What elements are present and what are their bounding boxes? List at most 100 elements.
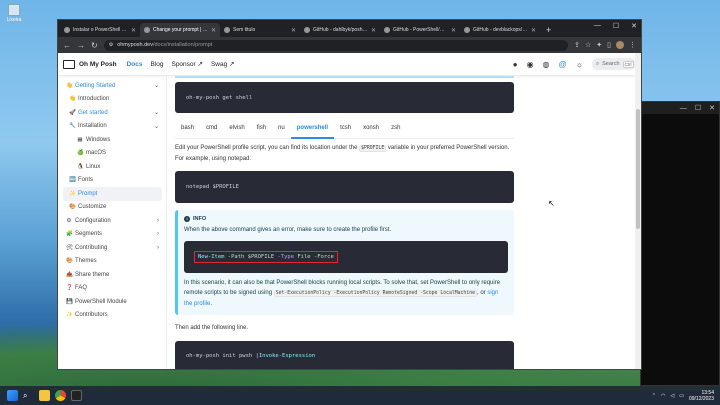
code-block-new-item[interactable]: New-Item -Path $PROFILE -Type File -Forc… [184, 241, 508, 273]
chevron-icon[interactable]: ⌄ [154, 109, 159, 116]
code-block-init[interactable]: oh-my-posh init pwsh | Invoke-Expression [175, 341, 514, 369]
site-info-icon[interactable]: ⚙ [109, 42, 113, 48]
sidepanel-icon[interactable]: ▯ [607, 41, 611, 49]
back-icon[interactable]: ← [63, 41, 71, 50]
theme-toggle-icon[interactable]: ☼ [576, 60, 583, 69]
search-icon[interactable]: ⌕ [23, 390, 34, 401]
code-block-notepad[interactable]: notepad $PROFILE [175, 171, 514, 203]
sidebar-emoji-icon: ✨ [66, 312, 73, 319]
chevron-up-icon[interactable]: ⌃ [652, 393, 656, 399]
nav-docs[interactable]: Docs [127, 61, 143, 68]
sidebar-item[interactable]: 🔤 Fonts [63, 174, 162, 188]
sidebar-item[interactable]: 👋 Getting Started ⌄ [63, 79, 162, 93]
sidebar-item[interactable]: 🎨 Customize [63, 201, 162, 215]
nav-blog[interactable]: Blog [150, 61, 163, 68]
tab-bash[interactable]: bash [175, 117, 200, 139]
nav-swag[interactable]: Swag ↗ [211, 60, 235, 68]
tab-close-icon[interactable]: ✕ [291, 27, 296, 34]
tab-close-icon[interactable]: ✕ [531, 27, 536, 34]
tab-fish[interactable]: fish [251, 117, 272, 139]
wifi-icon[interactable]: ◠ [661, 393, 665, 399]
tab-tcsh[interactable]: tcsh [334, 117, 357, 139]
search-button[interactable]: ⌕ Search Ctrl K [592, 58, 641, 70]
sidebar-item[interactable]: 🛠 Contributing › [63, 241, 162, 255]
discord-icon[interactable]: ◍ [543, 60, 550, 69]
terminal-icon[interactable] [71, 390, 82, 401]
browser-tab[interactable]: GitHub - dahlbyk/posh-git: ✕ [300, 23, 380, 37]
chevron-icon[interactable]: › [157, 218, 159, 224]
reload-icon[interactable]: ↻ [91, 41, 98, 50]
tab-zsh[interactable]: zsh [385, 117, 406, 139]
sidebar-item[interactable]: 🔧 Installation ⌄ [63, 120, 162, 134]
tab-close-icon[interactable]: ✕ [451, 27, 456, 34]
clock[interactable]: 13:54 09/12/2023 [689, 390, 714, 402]
github-icon[interactable]: ● [513, 60, 518, 69]
close-icon[interactable]: ✕ [631, 22, 637, 30]
sidebar-item[interactable]: 🎨 Themes [63, 255, 162, 269]
sidebar-item[interactable]: 🍏 macOS [63, 147, 162, 161]
browser-tab[interactable]: GitHub - devblackops/Terr ✕ [460, 23, 540, 37]
browser-tab[interactable]: Instalar o PowerShell no Wi✕ [60, 23, 140, 37]
sidebar-item[interactable]: 📤 Share theme [63, 268, 162, 282]
scrollbar-thumb[interactable] [636, 109, 640, 229]
file-explorer-icon[interactable] [39, 390, 50, 401]
sidebar-item[interactable]: ▦ Windows [63, 133, 162, 147]
share-icon[interactable]: ⇪ [574, 41, 580, 49]
page-scrollbar[interactable] [635, 53, 641, 369]
chevron-icon[interactable]: ⌄ [154, 82, 159, 89]
tab-nu[interactable]: nu [272, 117, 291, 139]
sidebar-item[interactable]: ✨ Contributors [63, 309, 162, 323]
new-tab-button[interactable]: + [540, 23, 557, 37]
tab-xonsh[interactable]: xonsh [357, 117, 385, 139]
chevron-icon[interactable]: › [157, 231, 159, 237]
tab-elvish[interactable]: elvish [223, 117, 250, 139]
tab-powershell[interactable]: powershell [290, 117, 335, 139]
maximize-icon[interactable]: ☐ [695, 104, 701, 112]
tab-strip: Instalar o PowerShell no Wi✕Change your … [58, 20, 641, 37]
oh-my-posh-logo[interactable] [63, 59, 75, 69]
tab-close-icon[interactable]: ✕ [211, 27, 216, 34]
sidebar-item[interactable]: ❓ FAQ [63, 282, 162, 296]
chevron-icon[interactable]: ⌄ [154, 123, 159, 130]
brand-title[interactable]: Oh My Posh [79, 61, 117, 68]
mastodon-icon[interactable]: ◉ [527, 60, 534, 69]
minimize-icon[interactable]: — [594, 22, 601, 30]
tab-close-icon[interactable]: ✕ [131, 27, 136, 34]
recycle-bin-icon[interactable]: Lixeira [4, 4, 24, 23]
profile-avatar[interactable] [616, 41, 624, 49]
browser-tab[interactable]: GitHub - PowerShell/PSRea✕ [380, 23, 460, 37]
sidebar-item[interactable]: 🚀 Get started ⌄ [63, 106, 162, 120]
nav-sponsor[interactable]: Sponsor ↗ [171, 60, 202, 68]
extensions-icon[interactable]: ✦ [596, 41, 602, 49]
volume-icon[interactable]: ◁ [670, 393, 674, 399]
sidebar-item[interactable]: 💾 PowerShell Module [63, 295, 162, 309]
sidebar-item[interactable]: 🧩 Segments › [63, 228, 162, 242]
tab-close-icon[interactable]: ✕ [371, 27, 376, 34]
close-icon[interactable]: ✕ [709, 104, 715, 112]
sidebar-emoji-icon: 🔤 [69, 177, 76, 184]
email-icon[interactable]: @ [559, 60, 567, 69]
menu-icon[interactable]: ⋮ [629, 41, 636, 49]
sidebar-item[interactable]: ✨ Prompt [63, 187, 162, 201]
cmd-keyword: New-Item [198, 254, 225, 260]
terminal-window[interactable]: — ☐ ✕ [640, 101, 720, 386]
sidebar-emoji-icon: ▦ [77, 136, 83, 143]
forward-icon[interactable]: → [77, 41, 85, 50]
sidebar-item[interactable]: 🐧 Linux [63, 160, 162, 174]
browser-tab[interactable]: Change your prompt | Oh M✕ [140, 23, 220, 37]
chrome-icon[interactable] [55, 390, 66, 401]
sidebar-item[interactable]: 👋 Introduction [63, 93, 162, 107]
sidebar-item[interactable]: ⚙ Configuration › [63, 214, 162, 228]
inline-code-profile: $PROFILE [359, 145, 387, 152]
chevron-icon[interactable]: › [157, 245, 159, 251]
minimize-icon[interactable]: — [680, 105, 687, 112]
code-block-get-shell[interactable]: oh-my-posh get shell [175, 82, 514, 113]
maximize-icon[interactable]: ☐ [613, 22, 619, 30]
bookmark-star-icon[interactable]: ☆ [585, 41, 591, 49]
sidebar-item-label: Share theme [75, 271, 110, 278]
start-icon[interactable] [7, 390, 18, 401]
battery-icon[interactable]: ▭ [679, 393, 684, 399]
browser-tab[interactable]: Sem titulo ✕ [220, 23, 300, 37]
url-field[interactable]: ⚙ ohmyposh.dev/docs/installation/prompt [103, 39, 569, 51]
tab-cmd[interactable]: cmd [200, 117, 223, 139]
